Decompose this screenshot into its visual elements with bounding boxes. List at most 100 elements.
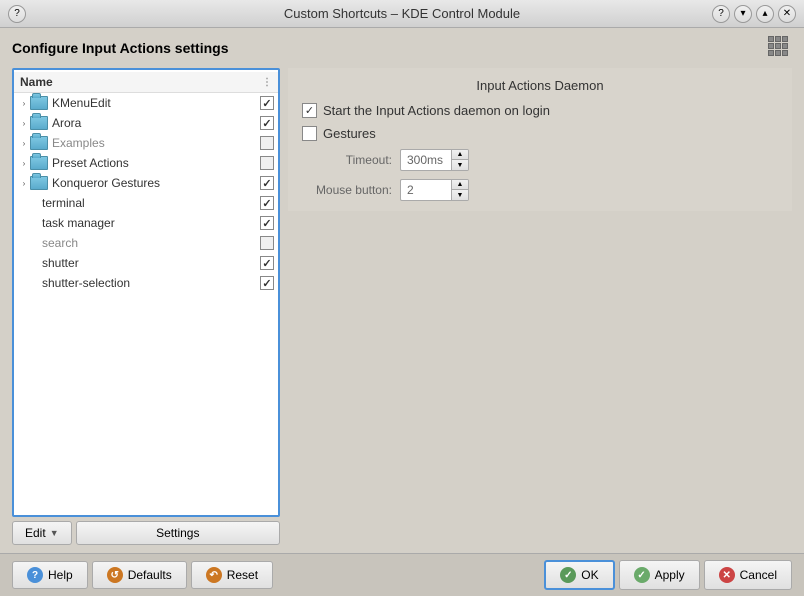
timeout-down-arrow[interactable]: ▼	[452, 160, 468, 170]
timeout-label: Timeout:	[302, 153, 392, 167]
titlebar-help-button[interactable]: ?	[712, 5, 730, 23]
titlebar-close-button[interactable]: ✕	[778, 5, 796, 23]
checkbox-arora[interactable]	[260, 116, 274, 130]
bottom-bar: ? Help ↺ Defaults ↶ Reset ✓ OK ✓ Apply ✕	[0, 553, 804, 596]
help-icon: ?	[27, 567, 43, 583]
expand-icon-kmenuEdit[interactable]: ›	[18, 97, 30, 109]
tree-label-examples: Examples	[52, 136, 256, 150]
mouse-button-up-arrow[interactable]: ▲	[452, 180, 468, 190]
checkbox-search[interactable]	[260, 236, 274, 250]
folder-icon-kmenuEdit	[30, 96, 48, 110]
checkbox-taskManager[interactable]	[260, 216, 274, 230]
titlebar-minimize-button[interactable]: ▾	[734, 5, 752, 23]
tree-item-arora[interactable]: › Arora	[14, 113, 278, 133]
checkbox-examples[interactable]	[260, 136, 274, 150]
daemon-section-title: Input Actions Daemon	[302, 78, 778, 93]
help-button[interactable]: ? Help	[12, 561, 88, 589]
apply-icon: ✓	[634, 567, 650, 583]
content-area: Name ⋮ › KMenuEdit › Arora	[0, 64, 804, 553]
expand-icon-presetActions[interactable]: ›	[18, 157, 30, 169]
defaults-label: Defaults	[128, 568, 172, 582]
expand-icon-arora[interactable]: ›	[18, 117, 30, 129]
timeout-value: 300ms	[401, 151, 451, 169]
timeout-arrows: ▲ ▼	[451, 150, 468, 170]
defaults-icon: ↺	[107, 567, 123, 583]
reset-icon: ↶	[206, 567, 222, 583]
mouse-button-spinbox[interactable]: 2 ▲ ▼	[400, 179, 469, 201]
mouse-button-arrows: ▲ ▼	[451, 180, 468, 200]
gestures-checkbox[interactable]	[302, 126, 317, 141]
tree-item-shutterSelection[interactable]: shutter-selection	[14, 273, 278, 293]
tree-container[interactable]: Name ⋮ › KMenuEdit › Arora	[12, 68, 280, 517]
tree-label-taskManager: task manager	[42, 216, 256, 230]
titlebar-title: Custom Shortcuts – KDE Control Module	[284, 6, 520, 21]
tree-item-shutter[interactable]: shutter	[14, 253, 278, 273]
page-title: Configure Input Actions settings	[12, 40, 228, 56]
checkbox-konquerorGestures[interactable]	[260, 176, 274, 190]
timeout-up-arrow[interactable]: ▲	[452, 150, 468, 160]
tree-label-arora: Arora	[52, 116, 256, 130]
right-panel: Input Actions Daemon Start the Input Act…	[288, 68, 792, 545]
expand-icon-konquerorGestures[interactable]: ›	[18, 177, 30, 189]
tree-header-name-label: Name	[20, 75, 262, 89]
tree-item-terminal[interactable]: terminal	[14, 193, 278, 213]
tree-header: Name ⋮	[14, 72, 278, 93]
top-area: Configure Input Actions settings	[0, 28, 804, 64]
ok-label: OK	[581, 568, 598, 582]
ok-button[interactable]: ✓ OK	[544, 560, 614, 590]
settings-button[interactable]: Settings	[76, 521, 280, 545]
reset-button[interactable]: ↶ Reset	[191, 561, 273, 589]
start-daemon-checkbox[interactable]	[302, 103, 317, 118]
titlebar-left: ?	[8, 5, 26, 23]
tree-label-shutter: shutter	[42, 256, 256, 270]
checkbox-presetActions[interactable]	[260, 156, 274, 170]
mouse-button-label: Mouse button:	[302, 183, 392, 197]
expand-icon-examples[interactable]: ›	[18, 137, 30, 149]
tree-label-search: search	[42, 236, 256, 250]
edit-button-label: Edit	[25, 526, 46, 540]
daemon-section: Input Actions Daemon Start the Input Act…	[288, 68, 792, 211]
apply-button[interactable]: ✓ Apply	[619, 560, 700, 590]
bottom-left-buttons: ? Help ↺ Defaults ↶ Reset	[12, 561, 273, 589]
gestures-label: Gestures	[323, 126, 376, 141]
tree-label-konquerorGestures: Konqueror Gestures	[52, 176, 256, 190]
folder-icon-presetActions	[30, 156, 48, 170]
grid-view-icon[interactable]	[768, 36, 792, 60]
start-daemon-label: Start the Input Actions daemon on login	[323, 103, 550, 118]
titlebar-right: ? ▾ ▴ ✕	[712, 5, 796, 23]
edit-button[interactable]: Edit ▼	[12, 521, 72, 545]
titlebar-help-btn[interactable]: ?	[8, 5, 26, 23]
mouse-button-down-arrow[interactable]: ▼	[452, 190, 468, 200]
tree-item-konquerorGestures[interactable]: › Konqueror Gestures	[14, 173, 278, 193]
mouse-button-row: Mouse button: 2 ▲ ▼	[302, 179, 778, 201]
left-panel-buttons: Edit ▼ Settings	[12, 521, 280, 545]
ok-icon: ✓	[560, 567, 576, 583]
checkbox-shutter[interactable]	[260, 256, 274, 270]
tree-label-shutterSelection: shutter-selection	[42, 276, 256, 290]
titlebar-maximize-button[interactable]: ▴	[756, 5, 774, 23]
timeout-spinbox[interactable]: 300ms ▲ ▼	[400, 149, 469, 171]
tree-item-kmenuEdit[interactable]: › KMenuEdit	[14, 93, 278, 113]
tree-item-taskManager[interactable]: task manager	[14, 213, 278, 233]
reset-label: Reset	[227, 568, 258, 582]
tree-item-search[interactable]: search	[14, 233, 278, 253]
folder-icon-konquerorGestures	[30, 176, 48, 190]
main-window: Configure Input Actions settings Name ⋮	[0, 28, 804, 596]
bottom-right-buttons: ✓ OK ✓ Apply ✕ Cancel	[544, 560, 792, 590]
checkbox-terminal[interactable]	[260, 196, 274, 210]
gestures-section: Gestures	[302, 126, 778, 141]
tree-item-presetActions[interactable]: › Preset Actions	[14, 153, 278, 173]
checkbox-kmenuEdit[interactable]	[260, 96, 274, 110]
apply-label: Apply	[655, 568, 685, 582]
tree-item-examples[interactable]: › Examples	[14, 133, 278, 153]
tree-label-terminal: terminal	[42, 196, 256, 210]
timeout-row: Timeout: 300ms ▲ ▼	[302, 149, 778, 171]
folder-icon-arora	[30, 116, 48, 130]
edit-chevron-icon: ▼	[50, 528, 59, 538]
tree-label-kmenuEdit: KMenuEdit	[52, 96, 256, 110]
tree-header-dots: ⋮	[262, 77, 272, 88]
cancel-button[interactable]: ✕ Cancel	[704, 560, 792, 590]
checkbox-shutterSelection[interactable]	[260, 276, 274, 290]
defaults-button[interactable]: ↺ Defaults	[92, 561, 187, 589]
titlebar: ? Custom Shortcuts – KDE Control Module …	[0, 0, 804, 28]
